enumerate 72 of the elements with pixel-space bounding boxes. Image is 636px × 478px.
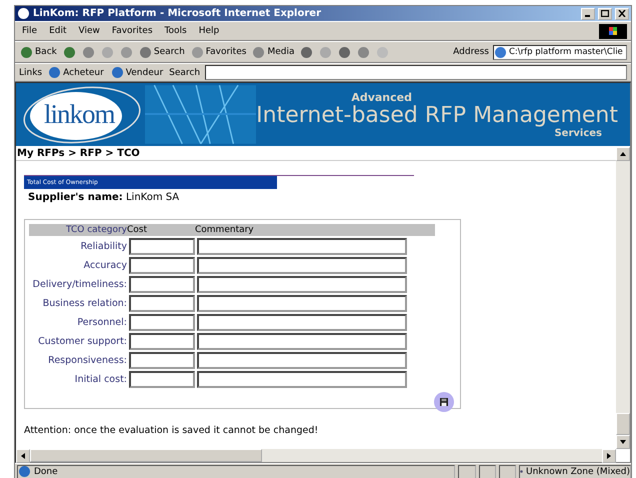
up-arrow-icon: [620, 152, 626, 156]
menu-item[interactable]: View: [76, 26, 103, 36]
search-label: Search: [169, 68, 200, 78]
toolbar-button[interactable]: Search: [138, 46, 186, 58]
cost-field[interactable]: [129, 333, 195, 350]
menu-item[interactable]: Favorites: [108, 26, 156, 36]
attention-note: Attention: once the evaluation is saved it cannot be changed!: [24, 425, 320, 436]
row-label: Business relation:: [42, 298, 127, 309]
column-header: Cost: [127, 225, 148, 235]
commentary-field[interactable]: [197, 333, 407, 350]
banner-title: Internet-based RFP Management: [256, 104, 618, 128]
scroll-thumb[interactable]: [616, 413, 630, 435]
commentary-field[interactable]: [197, 276, 407, 293]
windows-logo-icon: [599, 24, 627, 38]
menu-item[interactable]: Tools: [162, 26, 190, 36]
row-label: Customer support:: [37, 336, 127, 347]
logo: linkom: [44, 99, 115, 130]
row-label: Personnel:: [76, 317, 127, 328]
row-label: Accuracy: [82, 260, 127, 271]
address-field[interactable]: C:\rfp platform master\Clie: [493, 44, 627, 60]
status-panel: [478, 464, 496, 478]
commentary-field[interactable]: [197, 295, 407, 312]
row-label: Delivery/timeliness:: [32, 279, 127, 290]
toolbar-button[interactable]: Media: [251, 46, 296, 58]
close-button[interactable]: [615, 8, 629, 20]
right-arrow-icon: [607, 453, 611, 459]
row-label: Responsiveness:: [47, 355, 127, 366]
commentary-field[interactable]: [197, 238, 407, 255]
commentary-field[interactable]: [197, 371, 407, 388]
links-label: Links: [19, 68, 42, 78]
commentary-field[interactable]: [197, 352, 407, 369]
link-button[interactable]: Vendeur: [110, 66, 164, 79]
vertical-scrollbar[interactable]: [616, 147, 630, 449]
cost-field[interactable]: [129, 276, 195, 293]
save-button[interactable]: [434, 392, 454, 412]
horizontal-scrollbar[interactable]: [16, 449, 616, 462]
cost-field[interactable]: [129, 371, 195, 388]
status-panel: [458, 464, 476, 478]
window-title: LinKom: RFP Platform - Microsoft Internet Explorer: [33, 8, 322, 19]
search-field[interactable]: [205, 65, 627, 80]
menu-item[interactable]: Help: [196, 26, 222, 36]
column-header: TCO category: [65, 225, 127, 235]
down-arrow-icon: [620, 440, 626, 444]
row-label: Initial cost:: [74, 374, 127, 385]
link-button[interactable]: Acheteur: [47, 66, 105, 79]
status-panel: [498, 464, 516, 478]
minimize-button[interactable]: [581, 8, 595, 20]
commentary-field[interactable]: [197, 314, 407, 331]
cost-field[interactable]: [129, 238, 195, 255]
row-label: Reliability: [80, 241, 127, 252]
address-label: Address: [453, 47, 489, 57]
cost-field[interactable]: [129, 257, 195, 274]
menu-item[interactable]: Edit: [46, 26, 70, 36]
banner-subtitle: Advanced: [351, 90, 412, 104]
close-icon: [618, 10, 626, 17]
column-header: Commentary: [195, 225, 255, 235]
banner-services: Services: [554, 128, 602, 138]
left-arrow-icon: [21, 453, 25, 459]
toolbar-button[interactable]: Favorites: [190, 46, 248, 58]
status-text: Done: [17, 464, 456, 478]
cost-field[interactable]: [129, 352, 195, 369]
toolbar-button[interactable]: Back: [19, 46, 58, 58]
cost-field[interactable]: [129, 295, 195, 312]
supplier-name: Supplier's name: LinKom SA: [27, 191, 180, 203]
commentary-field[interactable]: [197, 257, 407, 274]
maximize-button[interactable]: [598, 8, 612, 20]
scroll-thumb[interactable]: [30, 449, 262, 462]
cost-field[interactable]: [129, 314, 195, 331]
breadcrumb: My RFPs > RFP > TCO: [17, 148, 140, 158]
menu-item[interactable]: File: [19, 26, 40, 36]
maximize-icon: [601, 10, 609, 17]
zone-status: Unknown Zone (Mixed): [519, 464, 632, 478]
